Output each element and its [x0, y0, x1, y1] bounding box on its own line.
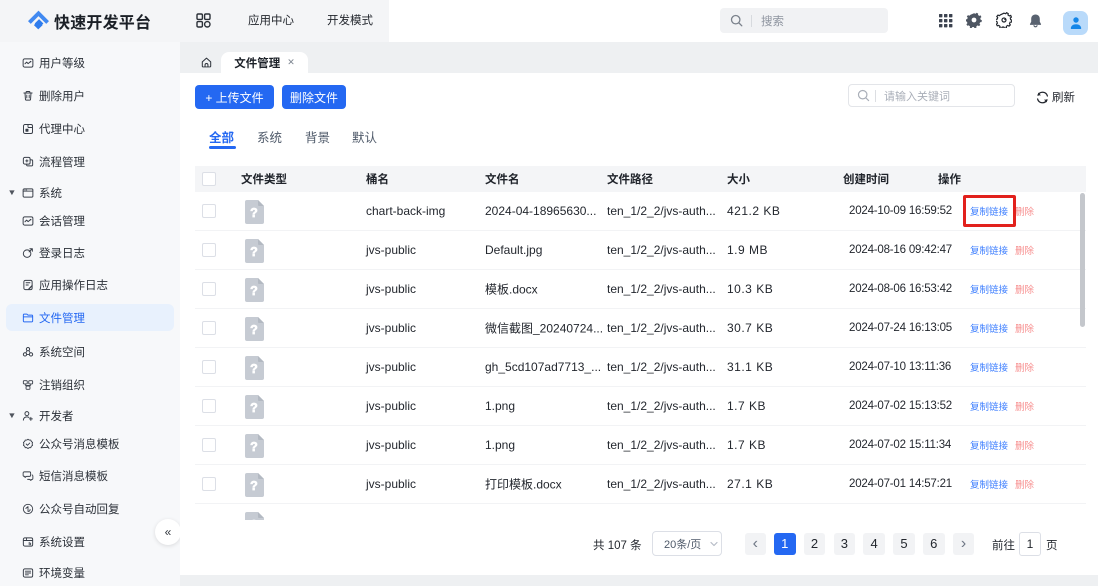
svg-text:?: ? [250, 440, 258, 454]
svg-text:?: ? [250, 323, 258, 337]
svg-text:?: ? [250, 518, 258, 520]
svg-text:?: ? [250, 206, 258, 220]
svg-text:?: ? [250, 245, 258, 259]
svg-text:?: ? [250, 284, 258, 298]
svg-text:?: ? [250, 362, 258, 376]
svg-text:?: ? [250, 401, 258, 415]
svg-text:?: ? [250, 479, 258, 493]
